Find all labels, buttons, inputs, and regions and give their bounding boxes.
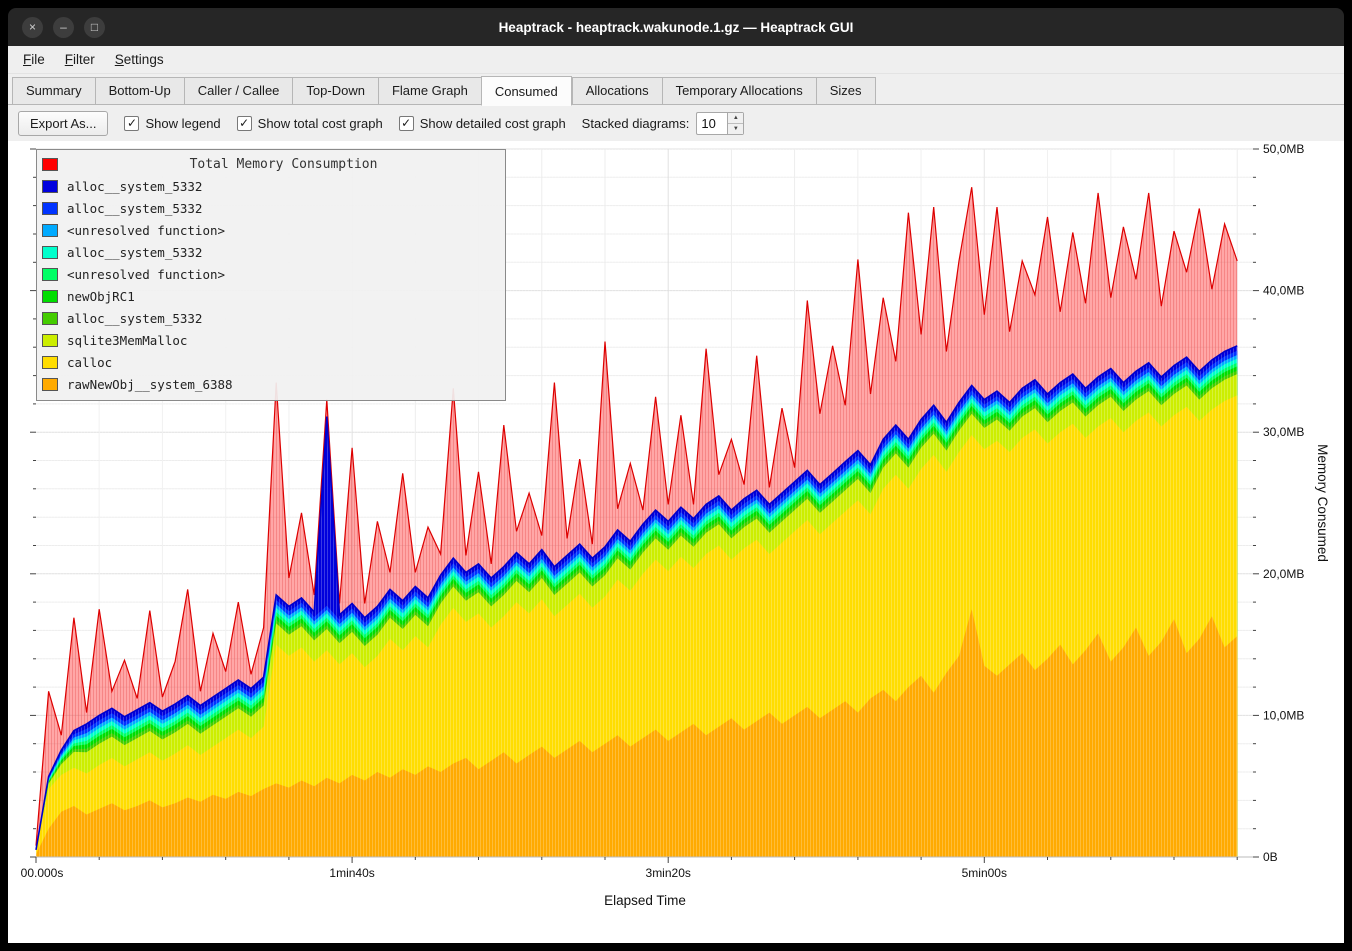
checkbox-show-legend[interactable]: ✓ Show legend (124, 116, 220, 131)
stacked-diagrams-control: Stacked diagrams: 10 ▲ ▼ (582, 112, 745, 135)
heaptrack-window: × – □ Heaptrack - heaptrack.wakunode.1.g… (0, 0, 1352, 951)
toolbar-checkboxes: ✓ Show legend ✓ Show total cost graph ✓ Show … (124, 116, 565, 131)
svg-text:30,0MB: 30,0MB (1263, 425, 1304, 439)
checkbox-show-detailed-cost-graph[interactable]: ✓ Show detailed cost graph (399, 116, 566, 131)
tab-top-down[interactable]: Top-Down (292, 77, 378, 105)
spin-up-icon: ▲ (733, 115, 739, 121)
spin-up-button[interactable]: ▲ (728, 113, 743, 124)
svg-text:20,0MB: 20,0MB (1263, 567, 1304, 581)
svg-text:10,0MB: 10,0MB (1263, 708, 1304, 722)
menubar: File Filter Settings (8, 46, 1344, 74)
checkbox-icon: ✓ (237, 116, 252, 131)
close-icon: × (29, 20, 36, 34)
legend-item: <unresolved function> (42, 219, 500, 241)
menu-settings[interactable]: Settings (106, 48, 173, 71)
legend-item: calloc (42, 351, 500, 373)
checkbox-label: Show detailed cost graph (420, 116, 566, 131)
legend-label: <unresolved function> (67, 267, 225, 282)
legend-label: alloc__system_5332 (67, 179, 202, 194)
tab-consumed[interactable]: Consumed (481, 76, 572, 106)
svg-text:Elapsed Time: Elapsed Time (604, 893, 686, 908)
tab-bottom-up[interactable]: Bottom-Up (95, 77, 184, 105)
tab-flame-graph[interactable]: Flame Graph (378, 77, 481, 105)
legend-swatch (42, 180, 58, 193)
legend-swatch (42, 312, 58, 325)
legend-swatch (42, 224, 58, 237)
stacked-diagrams-label: Stacked diagrams: (582, 116, 690, 131)
legend-item: <unresolved function> (42, 263, 500, 285)
menu-file[interactable]: File (14, 48, 54, 71)
stacked-diagrams-input[interactable]: 10 (697, 113, 727, 134)
tab-sizes[interactable]: Sizes (816, 77, 876, 105)
svg-text:0B: 0B (1263, 850, 1278, 864)
legend-item: alloc__system_5332 (42, 175, 500, 197)
legend-label: Total Memory Consumption (67, 157, 500, 172)
consumed-chart: 00.000s 1min40s 3min20s 5min00s 0B 10,0MB 20,0… (8, 141, 1344, 943)
legend-label: calloc (67, 355, 112, 370)
minimize-button[interactable]: – (53, 17, 74, 38)
legend-item: rawNewObj__system_6388 (42, 373, 500, 395)
export-as-button[interactable]: Export As... (18, 111, 108, 136)
svg-text:40,0MB: 40,0MB (1263, 284, 1304, 298)
legend-swatch (42, 246, 58, 259)
checkbox-icon: ✓ (124, 116, 139, 131)
legend-swatch (42, 202, 58, 215)
legend-label: sqlite3MemMalloc (67, 333, 187, 348)
legend-swatch (42, 290, 58, 303)
legend-label: alloc__system_5332 (67, 201, 202, 216)
spin-down-button[interactable]: ▼ (728, 124, 743, 134)
legend-label: <unresolved function> (67, 223, 225, 238)
legend-label: alloc__system_5332 (67, 311, 202, 326)
legend-item: newObjRC1 (42, 285, 500, 307)
window-controls: × – □ (8, 17, 105, 38)
svg-text:00.000s: 00.000s (21, 866, 64, 880)
menu-filter[interactable]: Filter (56, 48, 104, 71)
window-title: Heaptrack - heaptrack.wakunode.1.gz — He… (8, 20, 1344, 35)
legend-label: newObjRC1 (67, 289, 135, 304)
svg-text:5min00s: 5min00s (962, 866, 1007, 880)
svg-text:3min20s: 3min20s (646, 866, 691, 880)
legend-swatch (42, 356, 58, 369)
tab-summary[interactable]: Summary (12, 77, 95, 105)
tab-allocations[interactable]: Allocations (572, 77, 662, 105)
legend-label: alloc__system_5332 (67, 245, 202, 260)
stacked-diagrams-spinbox: 10 ▲ ▼ (696, 112, 744, 135)
tab-caller-callee[interactable]: Caller / Callee (184, 77, 293, 105)
maximize-button[interactable]: □ (84, 17, 105, 38)
svg-text:1min40s: 1min40s (329, 866, 374, 880)
checkbox-icon: ✓ (399, 116, 414, 131)
spin-down-icon: ▼ (733, 126, 739, 132)
checkbox-show-total-cost-graph[interactable]: ✓ Show total cost graph (237, 116, 383, 131)
legend-label: rawNewObj__system_6388 (67, 377, 233, 392)
legend-item: alloc__system_5332 (42, 241, 500, 263)
tab-bar: SummaryBottom-UpCaller / CalleeTop-DownF… (8, 74, 1344, 105)
legend-item: sqlite3MemMalloc (42, 329, 500, 351)
close-button[interactable]: × (22, 17, 43, 38)
legend-swatch (42, 268, 58, 281)
checkbox-label: Show total cost graph (258, 116, 383, 131)
legend-swatch (42, 158, 58, 171)
chart-legend: Total Memory Consumption alloc__system_53… (36, 149, 506, 401)
maximize-icon: □ (91, 20, 98, 34)
legend-swatch (42, 378, 58, 391)
tab-temporary-allocations[interactable]: Temporary Allocations (662, 77, 816, 105)
titlebar: × – □ Heaptrack - heaptrack.wakunode.1.g… (8, 8, 1344, 46)
checkbox-label: Show legend (145, 116, 220, 131)
minimize-icon: – (60, 20, 67, 34)
legend-item: alloc__system_5332 (42, 307, 500, 329)
svg-text:Memory Consumed: Memory Consumed (1315, 444, 1330, 562)
legend-item: alloc__system_5332 (42, 197, 500, 219)
legend-title-row: Total Memory Consumption (42, 153, 500, 175)
legend-swatch (42, 334, 58, 347)
svg-text:50,0MB: 50,0MB (1263, 142, 1304, 156)
toolbar: Export As... ✓ Show legend ✓ Show total cos… (8, 105, 1344, 141)
